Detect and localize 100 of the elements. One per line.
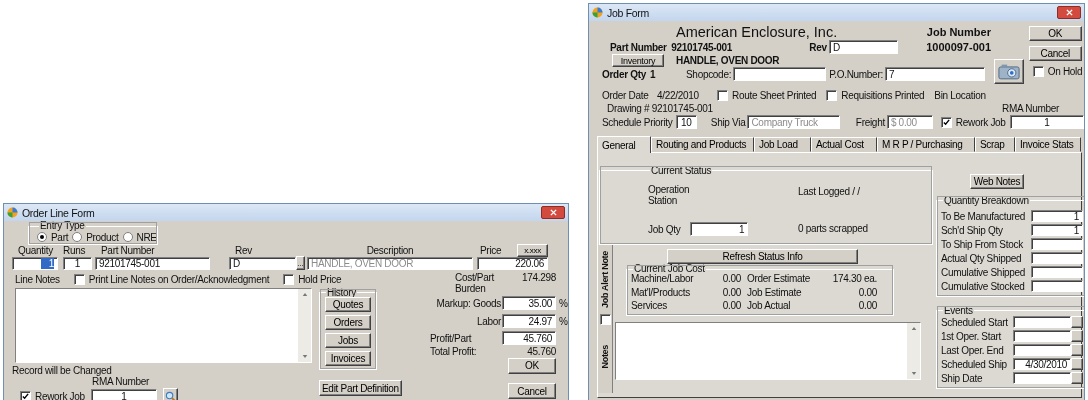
- input-field[interactable]: 92101745-001: [95, 256, 210, 270]
- event-label: Scheduled Start: [941, 316, 1009, 328]
- job-number-label: Job Number: [926, 26, 991, 38]
- input-field[interactable]: 220.06: [477, 256, 548, 270]
- tab[interactable]: Job Load: [754, 137, 811, 152]
- bin-location-label: Bin Location: [934, 90, 986, 101]
- date-field[interactable]: [1013, 330, 1071, 342]
- input-field[interactable]: 1: [63, 256, 92, 270]
- line-notes-field[interactable]: [15, 288, 312, 363]
- price-format-button[interactable]: x.xxx: [517, 244, 548, 257]
- requisitions-checkbox[interactable]: Requisitions Printed: [826, 90, 925, 101]
- quantity-field[interactable]: [1031, 280, 1083, 292]
- app-icon: [592, 7, 603, 18]
- quantity-label: Sch'd Ship Qty: [941, 224, 1004, 236]
- window-title: Job Form: [607, 6, 650, 19]
- quantity-field[interactable]: 1: [1031, 224, 1083, 236]
- radio-button[interactable]: Product: [72, 231, 119, 243]
- input-field[interactable]: 1: [12, 256, 58, 270]
- camera-button[interactable]: [994, 59, 1024, 84]
- history-button[interactable]: Jobs: [325, 333, 371, 348]
- notes-field[interactable]: [615, 322, 921, 380]
- profit-per-part-field[interactable]: 45.760: [502, 331, 556, 345]
- history-button[interactable]: Orders: [325, 315, 371, 330]
- tab[interactable]: Scrap: [975, 137, 1015, 152]
- ok-button[interactable]: OK: [1028, 26, 1082, 41]
- tab[interactable]: M R P / Purchasing: [877, 137, 975, 152]
- markup-goods-field[interactable]: 35.00: [502, 296, 556, 310]
- tab[interactable]: Routing and Products: [651, 137, 754, 152]
- scrollbar[interactable]: [298, 289, 311, 362]
- drawing-number: Drawing # 92101745-001: [607, 102, 713, 114]
- checkbox[interactable]: Print Line Notes on Order/Acknowledgment: [73, 274, 270, 285]
- scrollbar[interactable]: [907, 323, 920, 379]
- total-profit-value: 45.760: [526, 346, 556, 357]
- date-picker-button[interactable]: [1071, 330, 1083, 342]
- cancel-button[interactable]: Cancel: [508, 383, 556, 399]
- history-button[interactable]: Invoices: [325, 351, 371, 366]
- scroll-down-icon[interactable]: [301, 354, 308, 359]
- date-picker-button[interactable]: [1071, 358, 1083, 370]
- lookup-button[interactable]: ...: [296, 256, 305, 270]
- tab[interactable]: Actual Cost: [811, 137, 877, 152]
- input-field[interactable]: D: [229, 256, 296, 270]
- date-field[interactable]: 4/30/2010: [1013, 358, 1071, 370]
- on-hold-checkbox[interactable]: On Hold: [1032, 66, 1084, 77]
- scroll-up-icon[interactable]: [910, 326, 917, 331]
- rev-field[interactable]: D: [829, 40, 899, 54]
- event-label: Last Oper. End: [941, 344, 1005, 356]
- radio-button[interactable]: Part: [37, 231, 69, 243]
- parts-scrapped-text: 0 parts scrapped: [798, 223, 869, 236]
- history-button[interactable]: Quotes: [325, 297, 371, 312]
- checkbox[interactable]: Hold Price: [283, 274, 342, 285]
- cost-value: 0.00: [721, 274, 742, 286]
- radio-button[interactable]: NRE: [122, 231, 157, 243]
- rma-number-field[interactable]: 1: [1009, 115, 1084, 129]
- schedule-priority-label: Schedule Priority: [602, 116, 673, 128]
- date-field[interactable]: [1013, 372, 1071, 384]
- edit-part-definition-button[interactable]: Edit Part Definition: [319, 380, 402, 396]
- freight-label: Freight: [855, 116, 885, 128]
- estimate-value: 0.00: [857, 287, 877, 300]
- rma-number-field[interactable]: 1: [90, 389, 157, 400]
- route-sheet-checkbox[interactable]: Route Sheet Printed: [717, 90, 817, 101]
- markup-goods-label: Markup: Goods: [435, 297, 502, 309]
- close-icon: [548, 209, 558, 216]
- event-label: Scheduled Ship: [941, 358, 1008, 370]
- scroll-up-icon[interactable]: [301, 292, 308, 297]
- shopcode-field[interactable]: [733, 67, 827, 81]
- schedule-priority-field[interactable]: 10: [675, 115, 697, 129]
- line-notes-label: Line Notes: [15, 274, 60, 285]
- quantity-field[interactable]: [1031, 266, 1083, 278]
- cost-value: 0.00: [721, 301, 742, 314]
- estimate-value: 174.30 ea.: [831, 274, 877, 286]
- quantity-field[interactable]: 1: [1031, 210, 1083, 222]
- close-button[interactable]: [541, 206, 565, 219]
- job-alert-checkbox[interactable]: [599, 314, 611, 325]
- cancel-button[interactable]: Cancel: [1028, 46, 1082, 61]
- search-button[interactable]: [162, 388, 178, 400]
- quantity-field[interactable]: [1031, 252, 1083, 264]
- close-button[interactable]: [1057, 6, 1081, 19]
- rework-job-checkbox[interactable]: Rework Job: [940, 116, 1006, 128]
- rework-job-checkbox[interactable]: Rework Job: [20, 390, 85, 400]
- inventory-button[interactable]: Inventory: [612, 54, 664, 67]
- scroll-down-icon[interactable]: [910, 371, 917, 376]
- estimate-label: Order Estimate: [747, 274, 812, 286]
- web-notes-button[interactable]: Web Notes: [970, 174, 1024, 189]
- status-text: Record will be Changed: [12, 366, 112, 376]
- po-number-field[interactable]: 7: [884, 67, 985, 81]
- date-picker-button[interactable]: [1071, 344, 1083, 356]
- event-label: Ship Date: [941, 372, 984, 384]
- column-label: Runs: [63, 245, 86, 256]
- job-number-value: 1000097-001: [926, 41, 991, 53]
- date-field[interactable]: [1013, 316, 1071, 328]
- ok-button[interactable]: OK: [508, 357, 556, 374]
- tab[interactable]: Invoice Stats: [1015, 137, 1081, 152]
- date-picker-button[interactable]: [1071, 316, 1083, 328]
- quantity-field[interactable]: [1031, 238, 1083, 250]
- date-picker-button[interactable]: [1071, 372, 1083, 384]
- tab[interactable]: General: [597, 136, 651, 153]
- job-qty-field[interactable]: 1: [690, 222, 749, 236]
- refresh-status-button[interactable]: Refresh Status Info: [667, 249, 858, 264]
- labor-field[interactable]: 24.97: [502, 314, 556, 328]
- date-field[interactable]: [1013, 344, 1071, 356]
